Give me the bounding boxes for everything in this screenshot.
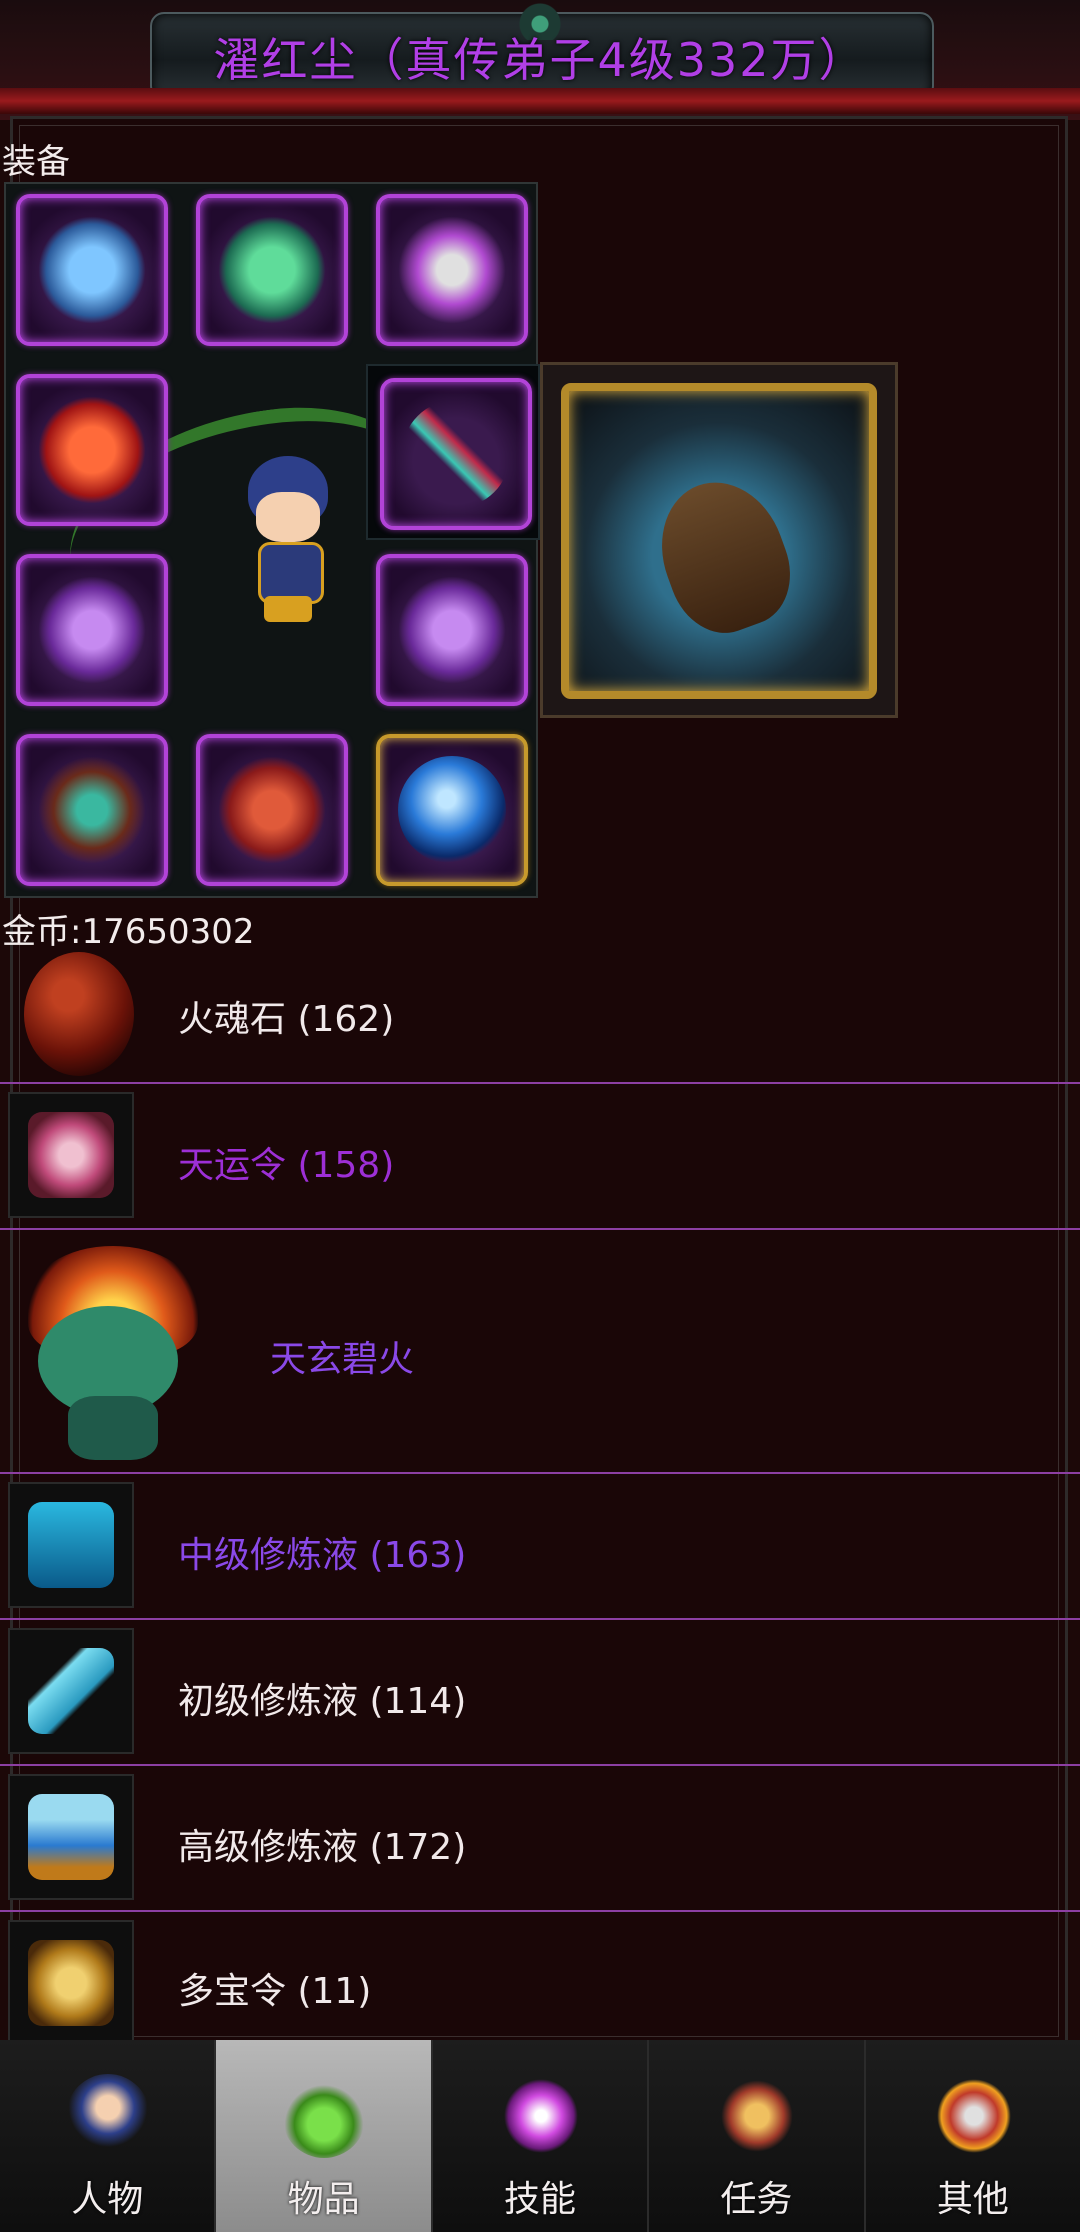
equip-slot-boots[interactable] [196,734,348,886]
fire-stone-icon [24,952,134,1076]
other-blade-icon [931,2074,1016,2158]
quest-scroll-icon [715,2074,800,2158]
item-icon-frame [8,1774,134,1900]
equip-slot-bracer[interactable] [16,734,168,886]
flame-beast-icon [18,1246,204,1460]
teal-spear-icon [402,400,510,508]
equip-slot-weapon[interactable] [376,194,528,346]
item-label: 高级修炼液 (172) [178,1827,467,1868]
item-icon-frame [8,1920,134,2046]
axe-weapon-icon [398,216,506,324]
item-icon-frame [8,1628,134,1754]
list-item[interactable]: 中级修炼液 (163) [0,1474,1080,1620]
blue-dragon-helmet-icon [38,216,146,324]
avatar-body [258,542,324,604]
list-item[interactable]: 高级修炼液 (172) [0,1766,1080,1912]
equip-slot-armor[interactable] [196,194,348,346]
title-bar: 濯红尘（真传弟子4级332万） [0,0,1080,120]
item-icon-frame [8,1482,134,1608]
bottom-nav: 人物 物品 技能 任务 其他 [0,2040,1080,2232]
skill-vortex-icon [498,2074,583,2158]
equip-slot-ring-left[interactable] [16,554,168,706]
list-item[interactable]: 天运令 (158) [0,1084,1080,1230]
equip-slot-orb[interactable] [376,734,528,886]
blue-orb-icon [398,756,506,864]
item-label: 火魂石 (162) [178,999,395,1040]
character-title: 濯红尘（真传弟子4级332万） [213,33,867,87]
character-icon [66,2074,150,2158]
item-label: 中级修炼液 (163) [178,1535,467,1576]
character-avatar[interactable] [228,456,348,626]
bracer-icon [38,756,146,864]
avatar-face [256,492,320,542]
tab-quests[interactable]: 任务 [649,2040,866,2232]
tab-character[interactable]: 人物 [0,2040,217,2232]
fortune-token-icon [28,1112,114,1198]
red-boots-icon [218,756,326,864]
equip-slot-helmet[interactable] [16,194,168,346]
tab-other[interactable]: 其他 [865,2040,1080,2232]
item-list: 火魂石 (162) 天运令 (158) 天玄碧火 中级修炼液 (163) 初级修… [0,946,1080,2046]
tab-skills[interactable]: 技能 [432,2040,650,2232]
tab-label: 人物 [71,2179,144,2220]
treasure-token-icon [28,1940,114,2026]
list-item[interactable]: 初级修炼液 (114) [0,1620,1080,1766]
tab-label: 任务 [720,2179,793,2220]
purple-ring-icon [398,576,506,684]
item-label: 初级修炼液 (114) [178,1681,467,1722]
boat-hull [641,465,807,647]
list-item[interactable]: 天玄碧火 [0,1230,1080,1474]
spear-slot-frame [380,378,532,530]
equipment-section-label: 装备 [2,142,70,182]
low-potion-icon [28,1648,114,1734]
purple-ring-icon [38,576,146,684]
equip-slot-necklace[interactable] [16,374,168,526]
list-item[interactable]: 火魂石 (162) [0,946,1080,1084]
item-icon-frame [8,1092,134,1218]
green-armor-icon [218,216,326,324]
tab-label: 其他 [936,2179,1009,2220]
avatar-boots [264,596,312,622]
equipment-grid [4,182,540,898]
item-label: 天运令 (158) [178,1145,395,1186]
item-label: 天玄碧火 [270,1339,415,1380]
high-potion-icon [28,1794,114,1880]
item-preview-panel[interactable] [540,362,898,718]
tab-label: 物品 [287,2179,360,2220]
mid-potion-icon [28,1502,114,1588]
list-item[interactable]: 多宝令 (11) [0,1912,1080,2046]
title-red-band [0,88,1080,114]
equip-slot-spear[interactable] [366,364,540,540]
potion-bag-icon [282,2074,367,2158]
item-label: 多宝令 (11) [178,1971,372,2012]
tab-label: 技能 [504,2179,577,2220]
boat-mount-icon [561,383,877,699]
red-phoenix-icon [38,396,146,504]
tab-items[interactable]: 物品 [216,2040,433,2232]
equip-slot-ring-right[interactable] [376,554,528,706]
